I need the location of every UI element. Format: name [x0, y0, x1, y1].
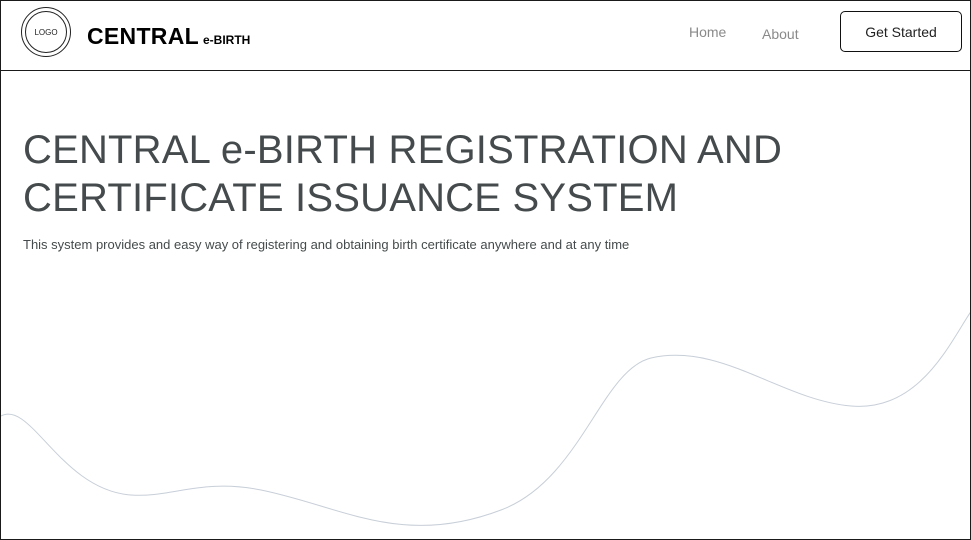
brand-sub-text: e-BIRTH — [202, 33, 251, 47]
brand-name[interactable]: CENTRAL e-BIRTH — [87, 23, 250, 50]
nav-link-home[interactable]: Home — [689, 24, 726, 40]
top-navbar: LOGO CENTRAL e-BIRTH Home About Get Start… — [0, 0, 971, 71]
nav-link-about[interactable]: About — [762, 26, 799, 42]
brand-main-text: CENTRAL — [87, 23, 199, 49]
hero-subtitle: This system provides and easy way of reg… — [23, 237, 630, 252]
wave-line — [1, 312, 970, 526]
get-started-button[interactable]: Get Started — [840, 11, 962, 52]
hero-section: CENTRAL e-BIRTH REGISTRATION AND CERTIFI… — [0, 70, 971, 540]
logo-text: LOGO — [25, 11, 67, 53]
landing-page: LOGO CENTRAL e-BIRTH Home About Get Start… — [0, 0, 971, 540]
hero-title: CENTRAL e-BIRTH REGISTRATION AND CERTIFI… — [23, 128, 783, 220]
logo[interactable]: LOGO — [21, 7, 71, 57]
